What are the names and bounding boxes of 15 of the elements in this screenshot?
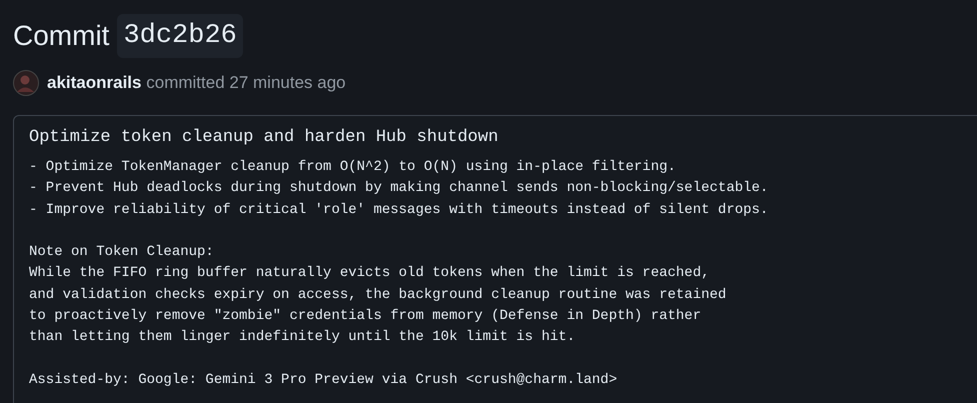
avatar-icon xyxy=(13,70,39,96)
message-line: than letting them linger indefinitely until the 10k limit is hit. xyxy=(29,328,576,348)
commit-heading: Commit xyxy=(13,19,110,53)
message-line: and validation checks expiry on access, the background cleanup routine was retained xyxy=(29,286,728,305)
author-link[interactable]: akitaonrails xyxy=(47,73,142,92)
message-line: to proactively remove "zombie" credentials from memory (Defense in Depth) rather xyxy=(29,307,702,326)
commit-info: committed 27 minutes ago xyxy=(146,73,346,92)
message-line: Note on Token Cleanup: xyxy=(29,243,215,262)
message-line: - Improve reliability of critical 'role' messages with timeouts instead of silent drops. xyxy=(29,200,770,220)
commit-title: Optimize token cleanup and harden Hub shutdown xyxy=(29,128,500,147)
commit-hash: 3dc2b26 xyxy=(117,14,243,58)
message-line: - Prevent Hub deadlocks during shutdown by making channel sends non-blocking/selectable. xyxy=(29,179,770,198)
message-line: - Optimize TokenManager cleanup from O(N^2) to O(N) using in-place filtering. xyxy=(29,158,677,177)
message-line: Assisted-by: Google: Gemini 3 Pro Preview via Crush <crush@charm.land> xyxy=(29,370,618,390)
message-line: While the FIFO ring buffer naturally evicts old tokens when the limit is reached, xyxy=(29,264,711,284)
